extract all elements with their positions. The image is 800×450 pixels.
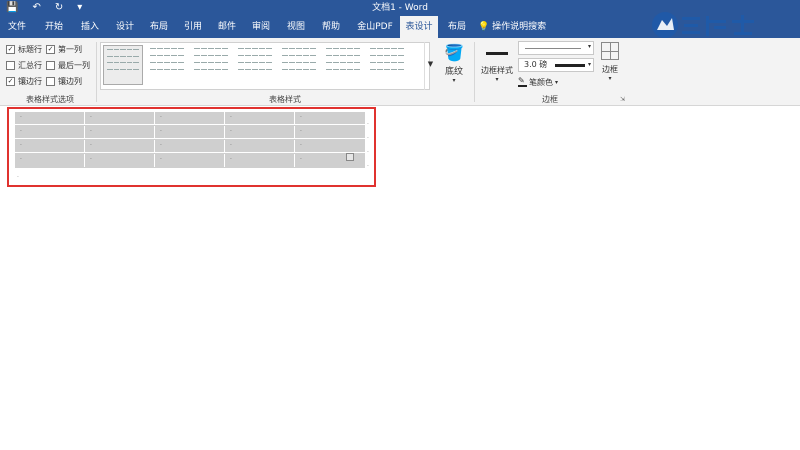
pen-color-button[interactable]: ✎ 笔颜色 ▾ [518, 76, 558, 88]
chevron-down-icon: ▾ [608, 75, 612, 82]
banded-rows-checkbox[interactable]: ✓ 镶边行 [6, 75, 42, 87]
table-styles-group-label: 表格样式 [269, 95, 301, 104]
tab-design[interactable]: 设计 [108, 16, 142, 38]
pen-icon: ✎ [518, 77, 527, 87]
chevron-down-icon: ▾ [452, 77, 456, 84]
tab-table-layout[interactable]: 布局 [440, 16, 474, 38]
shading-button[interactable]: 🪣 底纹 ▾ [440, 42, 468, 92]
yunqishi-logo [652, 12, 754, 38]
line-sample [525, 48, 581, 49]
checkbox-checked-icon: ✓ [6, 76, 15, 86]
table-style-thumbnail[interactable] [235, 45, 275, 85]
checkbox-checked-icon: ✓ [6, 44, 15, 54]
highlight-box [7, 107, 376, 187]
lightbulb-icon: 💡 [478, 22, 493, 32]
table-style-thumbnail[interactable] [279, 45, 319, 85]
chevron-down-icon: ▾ [555, 78, 559, 86]
dialog-launcher-icon[interactable]: ⇲ [620, 96, 625, 103]
tab-view[interactable]: 视图 [278, 16, 314, 38]
chevron-down-icon: ▾ [587, 43, 591, 50]
tab-mailings[interactable]: 邮件 [210, 16, 244, 38]
tab-help[interactable]: 帮助 [314, 16, 348, 38]
gallery-more-icon[interactable]: ▼ [424, 42, 436, 90]
tab-layout[interactable]: 布局 [142, 16, 176, 38]
tab-references[interactable]: 引用 [176, 16, 210, 38]
ribbon: ✓ 标题行 ✓ 第一列 汇总行 最后一列 ✓ 镶边行 镶边列 表格样式选项 ▼ 🪣 底… [0, 38, 800, 106]
borders-button[interactable]: 边框 ▾ [598, 42, 622, 82]
tell-me-search[interactable]: 💡 操作说明搜索 [478, 16, 546, 38]
tab-file[interactable]: 文件 [0, 16, 34, 38]
checkbox-unchecked-icon [6, 60, 15, 70]
line-style-dropdown[interactable]: ▾ [518, 41, 594, 55]
table-style-thumbnail[interactable] [191, 45, 231, 85]
tell-me-label: 操作说明搜索 [492, 22, 547, 32]
tab-review[interactable]: 审阅 [244, 16, 278, 38]
tab-home[interactable]: 开始 [36, 16, 72, 38]
borders-group-label: 边框 [542, 95, 558, 104]
table-style-options-group-label: 表格样式选项 [26, 95, 74, 104]
table-style-thumbnail[interactable] [147, 45, 187, 85]
table-style-thumbnail[interactable] [103, 45, 143, 85]
border-line-icon [486, 52, 508, 55]
tab-kingsoft-pdf[interactable]: 金山PDF [350, 16, 400, 38]
borders-grid-icon [601, 42, 619, 60]
border-styles-button[interactable]: 边框样式 ▾ [480, 44, 514, 83]
group-divider [474, 42, 475, 102]
line-weight-sample [555, 64, 585, 67]
table-style-thumbnail[interactable] [323, 45, 363, 85]
last-column-checkbox[interactable]: 最后一列 [46, 59, 90, 71]
group-divider [96, 42, 97, 102]
checkbox-unchecked-icon [46, 76, 55, 86]
first-column-checkbox[interactable]: ✓ 第一列 [46, 43, 82, 55]
chevron-down-icon: ▾ [587, 61, 591, 68]
tab-insert[interactable]: 插入 [72, 16, 108, 38]
table-style-thumbnail[interactable] [367, 45, 407, 85]
header-row-checkbox[interactable]: ✓ 标题行 [6, 43, 42, 55]
banded-columns-checkbox[interactable]: 镶边列 [46, 75, 82, 87]
checkbox-unchecked-icon [46, 60, 55, 70]
line-weight-dropdown[interactable]: 3.0 磅 ▾ [518, 58, 594, 72]
table-styles-gallery[interactable] [100, 42, 430, 90]
checkbox-checked-icon: ✓ [46, 44, 55, 54]
chevron-down-icon: ▾ [495, 76, 499, 83]
tab-table-design[interactable]: 表设计 [400, 16, 438, 38]
total-row-checkbox[interactable]: 汇总行 [6, 59, 42, 71]
paint-bucket-icon: 🪣 [444, 43, 464, 62]
